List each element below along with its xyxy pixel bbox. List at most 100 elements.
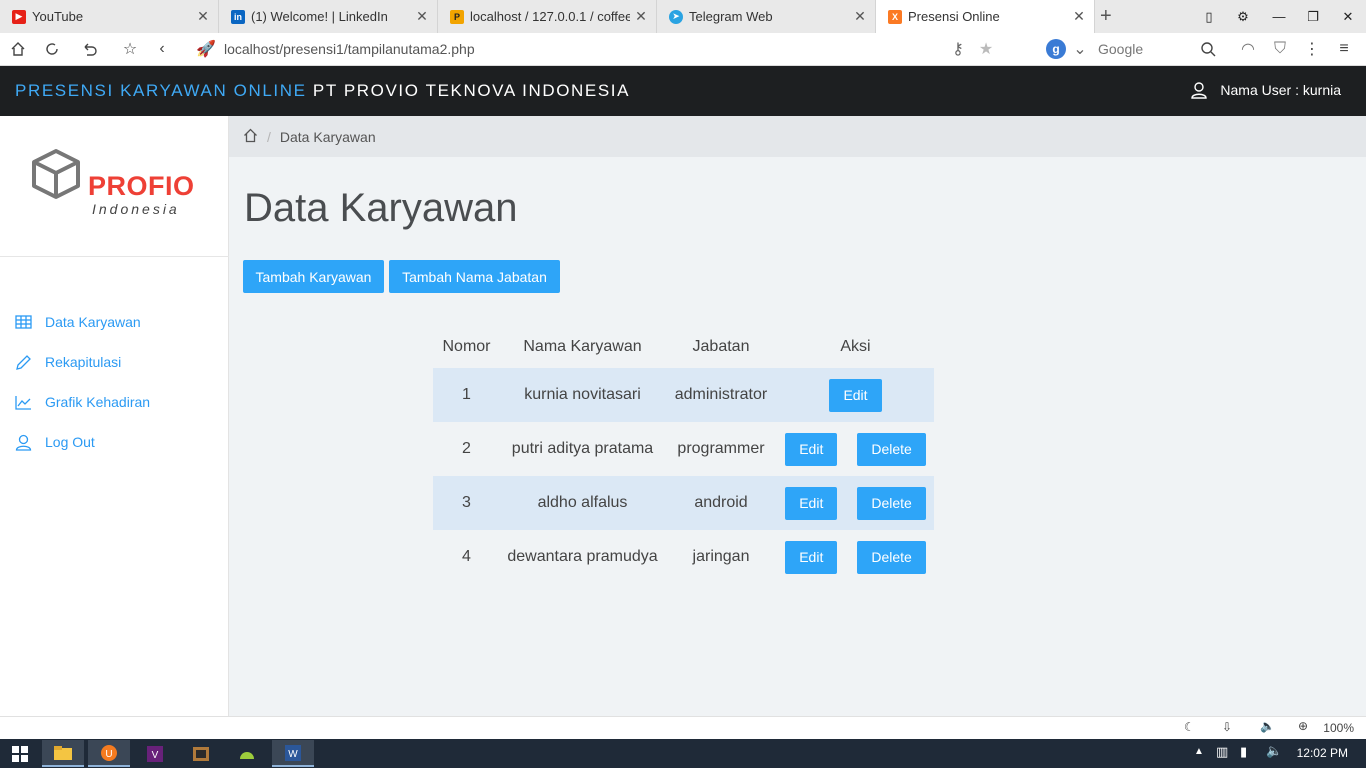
table-row: 2 putri aditya pratama programmer Edit Delet… [433, 422, 934, 476]
sidebar-item-grafik-kehadiran[interactable]: Grafik Kehadiran [0, 382, 229, 422]
add-position-button[interactable]: Tambah Nama Jabatan [389, 260, 560, 293]
user-name-label: Nama User : kurnia [1220, 82, 1341, 98]
search-input[interactable]: Google [1098, 41, 1143, 57]
extensions-icon[interactable]: ⚙ [1226, 0, 1260, 33]
sidebar-item-label: Data Karyawan [45, 314, 141, 330]
delete-button[interactable]: Delete [857, 486, 926, 520]
system-clock[interactable]: 12:02 PM [1297, 746, 1348, 760]
home-icon[interactable] [243, 128, 258, 146]
table-row: 1 kurnia novitasari administrator Edit [433, 368, 934, 422]
svg-text:V: V [152, 750, 159, 761]
new-tab-icon[interactable]: + [1100, 5, 1112, 28]
visual-studio-icon[interactable]: V [134, 740, 176, 767]
tray-chevron-up-icon[interactable]: ▲ [1194, 746, 1204, 757]
close-icon[interactable]: ✕ [1068, 8, 1090, 25]
brand-app-name: PRESENSI KARYAWAN ONLINE [15, 81, 307, 100]
bookmark-star-icon[interactable]: ☆ [118, 38, 142, 60]
breadcrumb-current: Data Karyawan [279, 128, 376, 145]
sidebar-item-data-karyawan[interactable]: Data Karyawan [0, 302, 229, 342]
cell-number: 3 [433, 476, 500, 530]
signal-icon[interactable]: ▮ [1240, 744, 1247, 760]
hamburger-menu-icon[interactable]: ≡ [1332, 38, 1356, 60]
volume-icon[interactable]: 🔈 [1266, 743, 1282, 759]
network-icon[interactable]: ▥ [1216, 744, 1228, 760]
home-icon[interactable] [6, 38, 30, 60]
delete-button[interactable]: Delete [857, 540, 926, 574]
zoom-level[interactable]: 100% [1323, 721, 1354, 735]
close-icon[interactable]: ✕ [630, 8, 652, 25]
youtube-icon: ▶ [12, 9, 26, 24]
table-row: 3 aldho alfalus android Edit Delete [433, 476, 934, 530]
cell-actions: Edit Delete [777, 530, 934, 584]
tab-title: (1) Welcome! | LinkedIn [251, 9, 388, 24]
back-icon[interactable]: ‹ [150, 38, 174, 60]
maximize-icon[interactable]: ❐ [1296, 0, 1330, 33]
wifi-icon[interactable]: ◠ [1236, 38, 1260, 60]
shield-icon[interactable]: ⛉ [1268, 38, 1292, 60]
edit-button[interactable]: Edit [785, 486, 838, 520]
edit-button[interactable]: Edit [785, 540, 838, 574]
reload-icon[interactable] [40, 38, 64, 60]
undo-icon[interactable] [78, 38, 102, 60]
favorite-star-icon[interactable]: ★ [974, 38, 998, 60]
chevron-down-icon[interactable]: ⌄ [1068, 38, 1092, 60]
sidebar-item-rekapitulasi[interactable]: Rekapitulasi [0, 342, 229, 382]
svg-text:W: W [288, 749, 298, 760]
column-header: Aksi [840, 338, 871, 355]
delete-button[interactable]: Delete [857, 432, 926, 466]
close-icon[interactable]: ✕ [192, 8, 214, 25]
close-icon[interactable]: ✕ [849, 8, 871, 25]
minimize-icon[interactable]: — [1262, 0, 1296, 33]
windows-start-icon[interactable] [0, 740, 40, 767]
taskbar: U V W ▲ ▥ ▮ 🔈 12:02 PM [0, 739, 1366, 768]
tab-phpmyadmin[interactable]: P localhost / 127.0.0.1 / coffeez ✕ [438, 0, 657, 33]
brand-company-name: PT PROVIO TEKNOVA INDONESIA [312, 81, 631, 100]
word-icon[interactable]: W [272, 740, 314, 767]
sound-icon[interactable]: 🔈 [1260, 719, 1275, 733]
cell-number: 4 [462, 548, 471, 565]
search-engine-icon[interactable]: g [1046, 39, 1066, 59]
table-body: 1 kurnia novitasari administrator Edit 2 putr… [433, 368, 934, 584]
main-content: / Data Karyawan Data Karyawan Tambah Kar… [229, 116, 1366, 716]
column-header: Jabatan [692, 338, 750, 355]
breadcrumb: / Data Karyawan [229, 116, 1366, 157]
close-icon[interactable]: ✕ [411, 8, 433, 25]
telegram-icon: ➤ [669, 9, 683, 24]
sidebar-menu: Data Karyawan Rekapitulasi Grafik Kehadi… [0, 302, 229, 462]
key-icon[interactable]: ⚷ [946, 38, 970, 60]
app-header: PRESENSI KARYAWAN ONLINE PT PROVIO TEKNO… [0, 66, 1366, 116]
tab-linkedin[interactable]: in (1) Welcome! | LinkedIn ✕ [219, 0, 438, 33]
edit-button[interactable]: Edit [785, 432, 838, 466]
tab-youtube[interactable]: ▶ YouTube ✕ [0, 0, 219, 33]
browser-tab-strip: ▶ YouTube ✕ in (1) Welcome! | LinkedIn ✕… [0, 0, 1366, 33]
android-studio-icon[interactable] [226, 740, 268, 767]
url-field[interactable]: localhost/presensi1/tampilanutama2.php [224, 41, 475, 57]
column-header: Nama Karyawan [523, 338, 642, 355]
uc-browser-icon[interactable]: U [88, 740, 130, 767]
cell-number: 1 [433, 368, 500, 422]
table-header-row: Nomor Nama Karyawan Jabatan Aksi [433, 326, 934, 368]
file-explorer-icon[interactable] [42, 740, 84, 767]
table-icon [14, 313, 32, 331]
browser-status-bar: ☾ ⇩ 🔈 ⊕ 100% [0, 716, 1366, 739]
tab-telegram[interactable]: ➤ Telegram Web ✕ [657, 0, 876, 33]
download-icon[interactable]: ⇩ [1222, 720, 1232, 734]
edit-button[interactable]: Edit [829, 378, 882, 412]
search-icon[interactable] [1196, 38, 1220, 60]
menu-dots-icon[interactable]: ⋮ [1300, 38, 1324, 60]
cell-employee-name: aldho alfalus [500, 476, 665, 530]
linkedin-icon: in [231, 9, 245, 24]
media-player-icon[interactable] [180, 740, 222, 767]
night-mode-icon[interactable]: ☾ [1184, 720, 1195, 734]
window-close-icon[interactable]: ✕ [1331, 0, 1365, 33]
add-employee-button[interactable]: Tambah Karyawan [243, 260, 384, 293]
cell-position: programmer [677, 440, 765, 457]
tab-title: Presensi Online [908, 9, 1000, 24]
cell-employee-name: putri aditya pratama [511, 440, 654, 457]
sidebar-item-label: Rekapitulasi [45, 354, 122, 370]
sidebar-item-log-out[interactable]: Log Out [0, 422, 229, 462]
tab-presensi-online[interactable]: X Presensi Online ✕ [876, 0, 1095, 33]
tab-list-icon[interactable]: ▯ [1192, 0, 1226, 33]
breadcrumb-separator: / [267, 128, 271, 145]
zoom-icon[interactable]: ⊕ [1298, 719, 1308, 733]
